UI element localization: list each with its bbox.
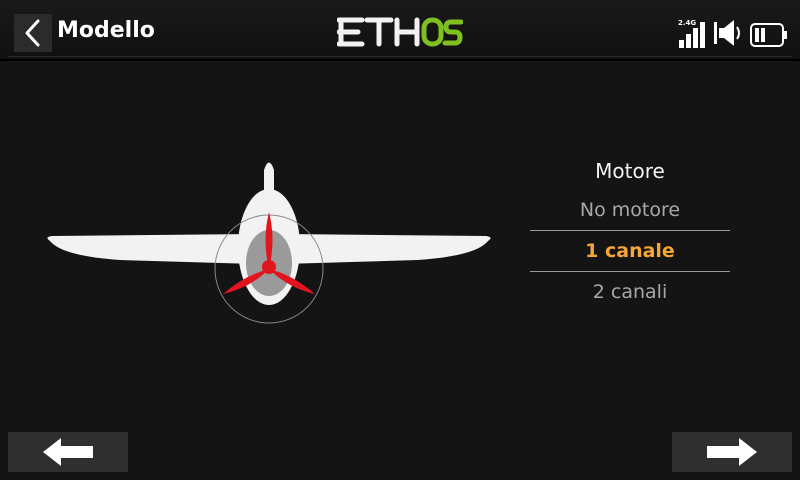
arrow-right-icon — [707, 438, 757, 466]
ethos-logo — [336, 16, 464, 52]
option-one-channel[interactable]: 1 canale — [530, 230, 730, 272]
back-icon — [25, 19, 40, 47]
page-title: Modello — [57, 18, 155, 43]
option-two-channels[interactable]: 2 canali — [530, 272, 730, 312]
status-area: 2.4G — [678, 14, 788, 48]
signal-indicator: 2.4G — [678, 16, 708, 48]
motor-options: Motore No motore 1 canale 2 canali — [530, 152, 730, 312]
options-title: Motore — [595, 159, 665, 183]
arrow-left-icon — [43, 438, 93, 466]
volume-icon — [714, 20, 740, 46]
battery-icon — [750, 23, 787, 47]
header-divider — [8, 56, 792, 57]
next-button[interactable] — [672, 432, 792, 472]
back-button[interactable] — [14, 14, 52, 52]
previous-button[interactable] — [8, 432, 128, 472]
airplane-illustration — [40, 150, 500, 329]
option-no-motor[interactable]: No motore — [530, 190, 730, 230]
top-bar: Modello 2.4G — [0, 0, 800, 61]
signal-icon — [679, 22, 705, 48]
